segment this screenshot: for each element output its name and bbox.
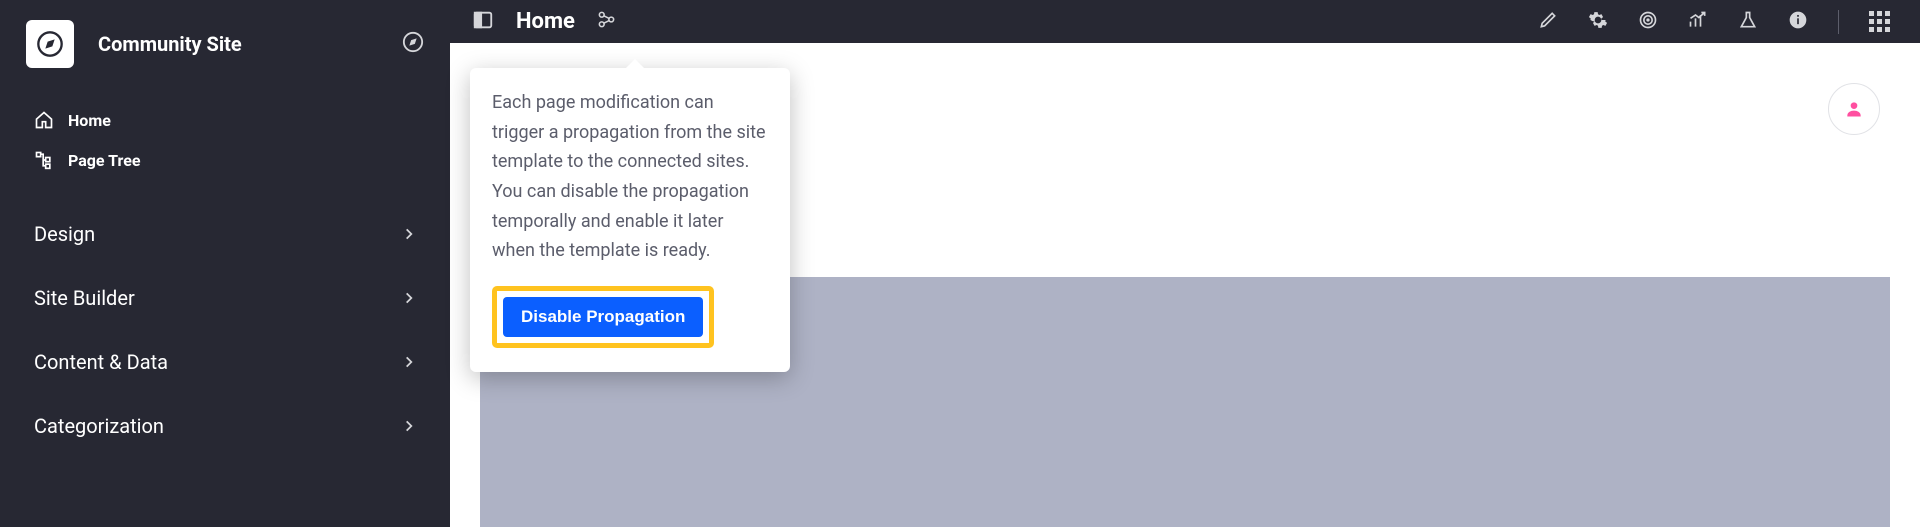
topbar: Home: [450, 0, 1920, 43]
panel-toggle-button[interactable]: [472, 9, 494, 35]
sidebar-header: Community Site: [0, 20, 450, 90]
sidebar-item-label: Site Builder: [34, 286, 135, 310]
propagation-icon: [597, 10, 616, 29]
user-icon: [1844, 98, 1864, 120]
sidebar-item-label: Categorization: [34, 414, 164, 438]
sidebar-item-site-builder[interactable]: Site Builder: [0, 266, 450, 330]
sidebar-item-home[interactable]: Home: [0, 100, 450, 140]
compass-button[interactable]: [402, 31, 424, 57]
edit-button[interactable]: [1538, 10, 1558, 34]
panel-icon: [472, 9, 494, 31]
compass-icon: [36, 30, 64, 58]
disable-propagation-button[interactable]: Disable Propagation: [503, 297, 703, 337]
info-icon: [1788, 10, 1808, 30]
tree-icon: [34, 150, 54, 170]
info-button[interactable]: [1788, 10, 1808, 34]
sidebar-item-label: Page Tree: [68, 151, 141, 170]
chevron-right-icon: [402, 286, 416, 310]
propagation-button[interactable]: [597, 10, 616, 33]
user-avatar[interactable]: [1828, 83, 1880, 135]
sidebar-item-label: Content & Data: [34, 350, 168, 374]
compass-icon: [402, 31, 424, 53]
gear-icon: [1588, 10, 1608, 30]
sidebar: Community Site Home: [0, 0, 450, 527]
sidebar-item-label: Home: [68, 111, 111, 130]
house-icon: [34, 110, 54, 130]
apps-button[interactable]: [1869, 11, 1890, 32]
sidebar-nav-collapsible: Design Site Builder Content & Data Categ…: [0, 190, 450, 458]
site-title: Community Site: [98, 32, 402, 56]
pencil-icon: [1538, 10, 1558, 30]
sidebar-item-label: Design: [34, 222, 95, 246]
flask-icon: [1738, 10, 1758, 30]
analytics-button[interactable]: [1688, 10, 1708, 34]
target-icon: [1638, 10, 1658, 30]
chevron-right-icon: [402, 222, 416, 246]
sidebar-item-categorization[interactable]: Categorization: [0, 394, 450, 458]
target-button[interactable]: [1638, 10, 1658, 34]
propagation-popover: Each page modification can trigger a pro…: [470, 68, 790, 372]
popover-button-highlight: Disable Propagation: [492, 286, 714, 348]
trend-icon: [1688, 10, 1708, 30]
divider: [1838, 10, 1839, 34]
page-name: Home: [516, 9, 575, 34]
sidebar-item-page-tree[interactable]: Page Tree: [0, 140, 450, 180]
experiments-button[interactable]: [1738, 10, 1758, 34]
chevron-right-icon: [402, 350, 416, 374]
sidebar-item-content-data[interactable]: Content & Data: [0, 330, 450, 394]
topbar-actions: [1538, 10, 1890, 34]
sidebar-nav-primary: Home Page Tree: [0, 90, 450, 190]
settings-button[interactable]: [1588, 10, 1608, 34]
popover-text: Each page modification can trigger a pro…: [492, 88, 768, 266]
chevron-right-icon: [402, 414, 416, 438]
sidebar-item-design[interactable]: Design: [0, 202, 450, 266]
site-logo[interactable]: [26, 20, 74, 68]
